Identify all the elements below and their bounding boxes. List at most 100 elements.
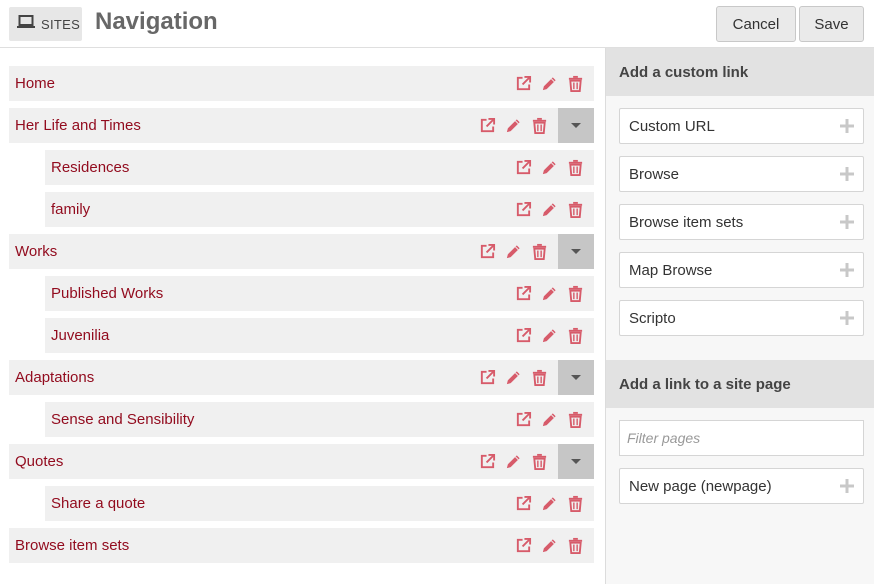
nav-item[interactable]: Browse item sets bbox=[9, 528, 594, 563]
plus-icon bbox=[839, 214, 855, 230]
chevron-down-icon[interactable] bbox=[558, 444, 594, 479]
plus-icon bbox=[839, 310, 855, 326]
external-link-icon[interactable] bbox=[514, 495, 532, 513]
nav-item-actions bbox=[514, 327, 584, 345]
trash-icon[interactable] bbox=[566, 201, 584, 219]
nav-item-label[interactable]: Her Life and Times bbox=[9, 117, 478, 134]
external-link-icon[interactable] bbox=[478, 369, 496, 387]
nav-item[interactable]: Home bbox=[9, 66, 594, 101]
page-title: Navigation bbox=[95, 8, 218, 35]
trash-icon[interactable] bbox=[530, 453, 548, 471]
nav-item[interactable]: Sense and Sensibility bbox=[45, 402, 594, 437]
plus-icon bbox=[839, 262, 855, 278]
pencil-icon[interactable] bbox=[540, 327, 558, 345]
trash-icon[interactable] bbox=[566, 285, 584, 303]
nav-item-actions bbox=[514, 411, 584, 429]
pencil-icon[interactable] bbox=[540, 201, 558, 219]
nav-item-actions bbox=[478, 243, 548, 261]
external-link-icon[interactable] bbox=[478, 243, 496, 261]
external-link-icon[interactable] bbox=[514, 327, 532, 345]
nav-item[interactable]: Quotes bbox=[9, 444, 594, 479]
add-link-option-label: Custom URL bbox=[629, 117, 715, 135]
pencil-icon[interactable] bbox=[540, 495, 558, 513]
add-link-option-label: Scripto bbox=[629, 309, 676, 327]
custom-link-section-title: Add a custom link bbox=[606, 48, 874, 96]
nav-item-actions bbox=[514, 75, 584, 93]
nav-item-label[interactable]: Residences bbox=[45, 159, 514, 176]
nav-item-actions bbox=[478, 117, 548, 135]
add-link-option-label: New page (newpage) bbox=[629, 477, 772, 495]
pencil-icon[interactable] bbox=[540, 537, 558, 555]
filter-pages-input[interactable] bbox=[619, 420, 864, 456]
pencil-icon[interactable] bbox=[540, 159, 558, 177]
pencil-icon[interactable] bbox=[504, 243, 522, 261]
trash-icon[interactable] bbox=[530, 369, 548, 387]
pencil-icon[interactable] bbox=[540, 285, 558, 303]
external-link-icon[interactable] bbox=[514, 285, 532, 303]
add-link-option[interactable]: New page (newpage) bbox=[619, 468, 864, 504]
trash-icon[interactable] bbox=[530, 117, 548, 135]
sidebar: Add a custom link Custom URL Browse Browse… bbox=[605, 48, 874, 584]
trash-icon[interactable] bbox=[566, 75, 584, 93]
plus-icon bbox=[839, 118, 855, 134]
pencil-icon[interactable] bbox=[504, 453, 522, 471]
nav-item-actions bbox=[478, 369, 548, 387]
external-link-icon[interactable] bbox=[514, 411, 532, 429]
trash-icon[interactable] bbox=[566, 411, 584, 429]
external-link-icon[interactable] bbox=[478, 453, 496, 471]
nav-item[interactable]: Share a quote bbox=[45, 486, 594, 521]
nav-item[interactable]: Her Life and Times bbox=[9, 108, 594, 143]
trash-icon[interactable] bbox=[530, 243, 548, 261]
plus-icon bbox=[839, 166, 855, 182]
page-header: SITES Navigation Cancel Save bbox=[0, 0, 874, 48]
trash-icon[interactable] bbox=[566, 495, 584, 513]
add-link-option-label: Browse item sets bbox=[629, 213, 744, 231]
nav-item[interactable]: Juvenilia bbox=[45, 318, 594, 353]
nav-item-label[interactable]: Share a quote bbox=[45, 495, 514, 512]
add-link-option[interactable]: Scripto bbox=[619, 300, 864, 336]
pencil-icon[interactable] bbox=[504, 117, 522, 135]
nav-item-label[interactable]: Published Works bbox=[45, 285, 514, 302]
nav-item-label[interactable]: Works bbox=[9, 243, 478, 260]
pencil-icon[interactable] bbox=[540, 75, 558, 93]
add-link-option[interactable]: Map Browse bbox=[619, 252, 864, 288]
nav-item[interactable]: Adaptations bbox=[9, 360, 594, 395]
external-link-icon[interactable] bbox=[514, 201, 532, 219]
add-link-option[interactable]: Browse bbox=[619, 156, 864, 192]
external-link-icon[interactable] bbox=[514, 537, 532, 555]
site-page-section-title: Add a link to a site page bbox=[606, 360, 874, 408]
nav-item[interactable]: Published Works bbox=[45, 276, 594, 311]
nav-item-actions bbox=[514, 285, 584, 303]
nav-item-label[interactable]: Sense and Sensibility bbox=[45, 411, 514, 428]
nav-item[interactable]: Residences bbox=[45, 150, 594, 185]
nav-item-label[interactable]: Home bbox=[9, 75, 514, 92]
nav-item-label[interactable]: Juvenilia bbox=[45, 327, 514, 344]
sites-label: SITES bbox=[41, 16, 81, 32]
nav-item-label[interactable]: family bbox=[45, 201, 514, 218]
chevron-down-icon[interactable] bbox=[558, 234, 594, 269]
external-link-icon[interactable] bbox=[514, 159, 532, 177]
nav-item[interactable]: family bbox=[45, 192, 594, 227]
add-link-option[interactable]: Browse item sets bbox=[619, 204, 864, 240]
nav-item-actions bbox=[478, 453, 548, 471]
nav-item-label[interactable]: Adaptations bbox=[9, 369, 478, 386]
trash-icon[interactable] bbox=[566, 327, 584, 345]
add-link-option[interactable]: Custom URL bbox=[619, 108, 864, 144]
trash-icon[interactable] bbox=[566, 159, 584, 177]
save-button[interactable]: Save bbox=[799, 6, 864, 42]
nav-item[interactable]: Works bbox=[9, 234, 594, 269]
nav-item-label[interactable]: Quotes bbox=[9, 453, 478, 470]
sites-button[interactable]: SITES bbox=[9, 7, 82, 41]
nav-item-label[interactable]: Browse item sets bbox=[9, 537, 514, 554]
cancel-button[interactable]: Cancel bbox=[716, 6, 796, 42]
trash-icon[interactable] bbox=[566, 537, 584, 555]
external-link-icon[interactable] bbox=[478, 117, 496, 135]
nav-item-actions bbox=[514, 495, 584, 513]
external-link-icon[interactable] bbox=[514, 75, 532, 93]
chevron-down-icon[interactable] bbox=[558, 108, 594, 143]
pencil-icon[interactable] bbox=[504, 369, 522, 387]
pencil-icon[interactable] bbox=[540, 411, 558, 429]
chevron-down-icon[interactable] bbox=[558, 360, 594, 395]
laptop-icon bbox=[17, 14, 35, 34]
add-link-option-label: Browse bbox=[629, 165, 680, 183]
